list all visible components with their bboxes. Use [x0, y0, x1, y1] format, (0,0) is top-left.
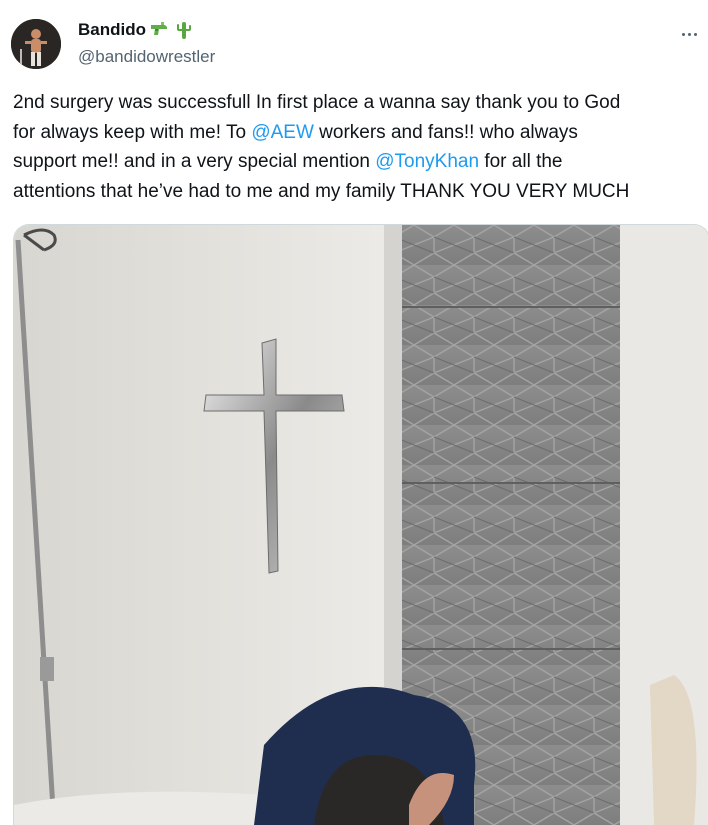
tweet-text: 2nd surgery was successfull In first pla…: [13, 88, 703, 206]
author-handle[interactable]: @bandidowrestler: [78, 46, 215, 68]
author-name-row[interactable]: Bandido: [78, 18, 194, 42]
mention-aew-link[interactable]: @AEW: [251, 122, 314, 143]
tweet-text-fragment: support me!! and in a very special menti…: [13, 151, 376, 172]
cactus-icon: [174, 20, 194, 40]
tweet-text-fragment: workers and fans!! who always: [313, 121, 578, 143]
tweet-text-line: 2nd surgery was successfull In first pla…: [13, 92, 621, 113]
tweet-text-line: support me!! and in a very special menti…: [13, 147, 703, 177]
avatar[interactable]: [11, 19, 61, 69]
tweet-text-line: for always keep with me! To @AEW workers…: [13, 118, 703, 148]
tweet-text-fragment: for all the: [479, 151, 563, 172]
tweet-text-fragment: for always keep with me! To: [13, 121, 252, 143]
tweet-text-line: attentions that he’ve had to me and my f…: [13, 180, 630, 202]
more-options-icon[interactable]: [676, 24, 702, 44]
tweet-card: Bandido @bandidowrestler 2nd surgery was…: [0, 0, 708, 825]
water-pistol-icon: [150, 20, 170, 40]
tweet-media-photo[interactable]: [13, 224, 708, 825]
display-name[interactable]: Bandido: [78, 18, 146, 42]
mention-tonykhan-link[interactable]: @TonyKhan: [375, 151, 479, 172]
